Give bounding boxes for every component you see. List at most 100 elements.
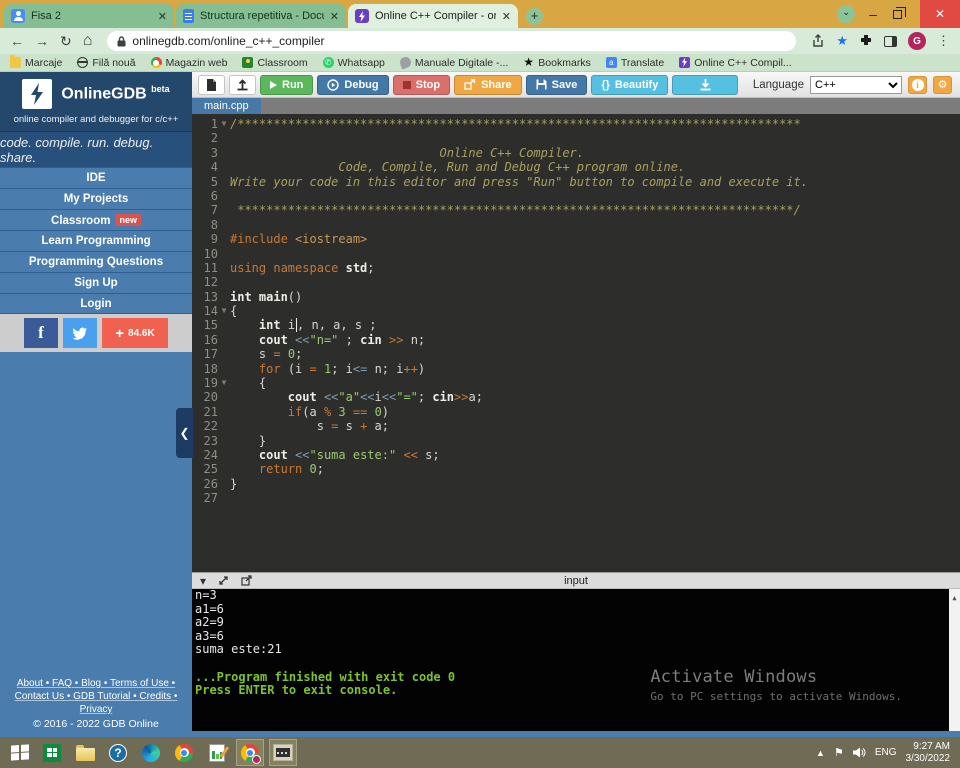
new-tab-button[interactable]: + — [526, 8, 543, 25]
bookmark-item[interactable]: Classroom — [242, 57, 307, 69]
address-bar[interactable]: onlinegdb.com/online_c++_compiler — [107, 31, 796, 51]
fold-caret-icon[interactable]: ▼ — [218, 117, 230, 131]
fold-gutter — [218, 405, 230, 419]
tab-close-icon[interactable]: ✕ — [502, 10, 511, 23]
braces-icon: {} — [601, 79, 610, 91]
fork-project-button[interactable] — [229, 75, 256, 95]
bookmark-item[interactable]: Translate — [606, 57, 664, 69]
taskbar-help-icon[interactable]: ? — [104, 739, 132, 766]
browser-tab[interactable]: Structura repetitiva - Documente✕ — [176, 4, 346, 28]
side-panel-icon[interactable] — [884, 36, 897, 47]
share-page-icon[interactable] — [811, 34, 825, 48]
console-resize-icon[interactable] — [218, 575, 229, 586]
restore-icon[interactable] — [893, 10, 902, 19]
taskbar-capture-window-icon[interactable] — [269, 739, 297, 766]
bookmark-item[interactable]: ★Bookmarks — [523, 57, 591, 69]
footer-links[interactable]: About • FAQ • Blog • Terms of Use • Cont… — [8, 677, 184, 716]
code-token: = — [310, 362, 317, 376]
fold-gutter — [218, 218, 230, 232]
code-token: , n, a, s ; — [297, 318, 376, 332]
save-button[interactable]: Save — [526, 75, 588, 95]
line-number: 10 — [192, 247, 218, 261]
taskbar-apps: ? — [5, 739, 297, 766]
taskbar-edge-icon[interactable] — [137, 739, 165, 766]
addthis-share-button[interactable]: + 84.6K — [102, 318, 168, 348]
line-number: 2 — [192, 131, 218, 145]
file-tab-maincpp[interactable]: main.cpp — [192, 98, 261, 114]
code-text: int main() — [230, 290, 960, 304]
bookmark-item[interactable]: Filă nouă — [77, 57, 135, 69]
speaker-icon[interactable] — [853, 747, 866, 758]
debug-button[interactable]: Debug — [317, 75, 388, 95]
menu-dots-icon[interactable]: ⋮ — [937, 34, 950, 48]
fold-caret-icon[interactable]: ▼ — [218, 376, 230, 390]
code-token: for — [259, 362, 281, 376]
sidebar-item-login[interactable]: Login — [0, 293, 192, 314]
taskbar-file-explorer-icon[interactable] — [71, 739, 99, 766]
hidden-icons-chevron[interactable]: ▲ — [816, 748, 825, 758]
browser-tab[interactable]: Fisa 2✕ — [4, 4, 174, 28]
code-token: using namespace — [230, 261, 346, 275]
code-token: a; — [469, 390, 483, 404]
bookmark-item[interactable]: Manuale Digitale -... — [400, 57, 508, 69]
scroll-up-icon[interactable]: ▲ — [952, 594, 956, 602]
code-token — [302, 462, 309, 476]
console-scrollbar[interactable]: ▲ — [949, 589, 960, 731]
forward-icon[interactable]: → — [35, 34, 49, 48]
twitter-icon[interactable] — [63, 318, 97, 348]
facebook-icon[interactable]: f — [24, 318, 58, 348]
language-select[interactable]: C++ — [810, 76, 902, 94]
stop-button[interactable]: Stop — [393, 75, 450, 95]
bookmark-item[interactable]: Whatsapp — [323, 57, 385, 69]
bookmark-item[interactable]: Magazin web — [151, 57, 228, 69]
browser-tab[interactable]: Online C++ Compiler - online ed✕ — [348, 4, 518, 28]
tab-search-icon[interactable]: ⌄ — [837, 5, 855, 23]
sidebar-item-sign-up[interactable]: Sign Up — [0, 272, 192, 293]
minimize-icon[interactable]: – — [869, 9, 877, 19]
bookmark-item[interactable]: Online C++ Compil... — [679, 57, 791, 69]
tab-close-icon[interactable]: ✕ — [158, 10, 167, 23]
settings-button[interactable]: ⚙ — [933, 76, 952, 94]
back-icon[interactable]: ← — [10, 34, 24, 48]
line-number: 8 — [192, 218, 218, 232]
onlinegdb-logo-icon — [22, 79, 52, 109]
new-file-button[interactable] — [198, 75, 225, 95]
sidebar-item-programming-questions[interactable]: Programming Questions — [0, 251, 192, 272]
keyboard-language[interactable]: ENG — [875, 747, 897, 758]
console-popout-icon[interactable] — [241, 575, 252, 586]
console-collapse-icon[interactable]: ▾ — [200, 576, 206, 586]
info-button[interactable]: i — [908, 76, 927, 94]
code-editor[interactable]: 1▼/*************************************… — [192, 114, 960, 572]
docs-favicon — [183, 9, 194, 23]
share-button[interactable]: Share — [454, 75, 522, 95]
fold-gutter — [218, 290, 230, 304]
line-number: 25 — [192, 462, 218, 476]
close-icon[interactable]: ✕ — [920, 0, 960, 28]
taskbar-chrome-window-icon[interactable] — [236, 739, 264, 766]
beautify-button[interactable]: {}Beautify — [591, 75, 668, 95]
console[interactable]: n=3a1=6a2=9a3=6suma este:21 ...Program f… — [192, 589, 960, 731]
taskbar-store-icon[interactable] — [38, 739, 66, 766]
sidebar-collapse-handle[interactable]: ❮ — [176, 408, 193, 458]
code-token: ; i — [331, 362, 353, 376]
taskbar-chrome-icon[interactable] — [170, 739, 198, 766]
download-button[interactable] — [672, 75, 738, 95]
home-icon[interactable]: ⌂ — [83, 34, 93, 48]
sidebar-item-learn-programming[interactable]: Learn Programming — [0, 230, 192, 251]
tab-close-icon[interactable]: ✕ — [330, 10, 339, 23]
taskbar-report-icon[interactable] — [203, 739, 231, 766]
sidebar-item-ide[interactable]: IDE — [0, 167, 192, 188]
fold-caret-icon[interactable]: ▼ — [218, 304, 230, 318]
reload-icon[interactable]: ↻ — [60, 34, 72, 48]
action-center-flag-icon[interactable]: ⚑ — [834, 746, 844, 759]
bookmark-item[interactable]: Marcaje — [10, 57, 62, 69]
bookmark-star-icon[interactable]: ★ — [836, 33, 848, 49]
taskbar-start-icon[interactable] — [5, 739, 33, 766]
profile-avatar[interactable]: G — [908, 32, 926, 50]
clock[interactable]: 9:27 AM 3/30/2022 — [906, 741, 951, 765]
extensions-icon[interactable] — [859, 34, 873, 48]
run-button[interactable]: Run — [260, 75, 313, 95]
sidebar-item-my-projects[interactable]: My Projects — [0, 188, 192, 209]
code-token — [230, 318, 259, 332]
sidebar-item-classroom[interactable]: Classroomnew — [0, 209, 192, 230]
